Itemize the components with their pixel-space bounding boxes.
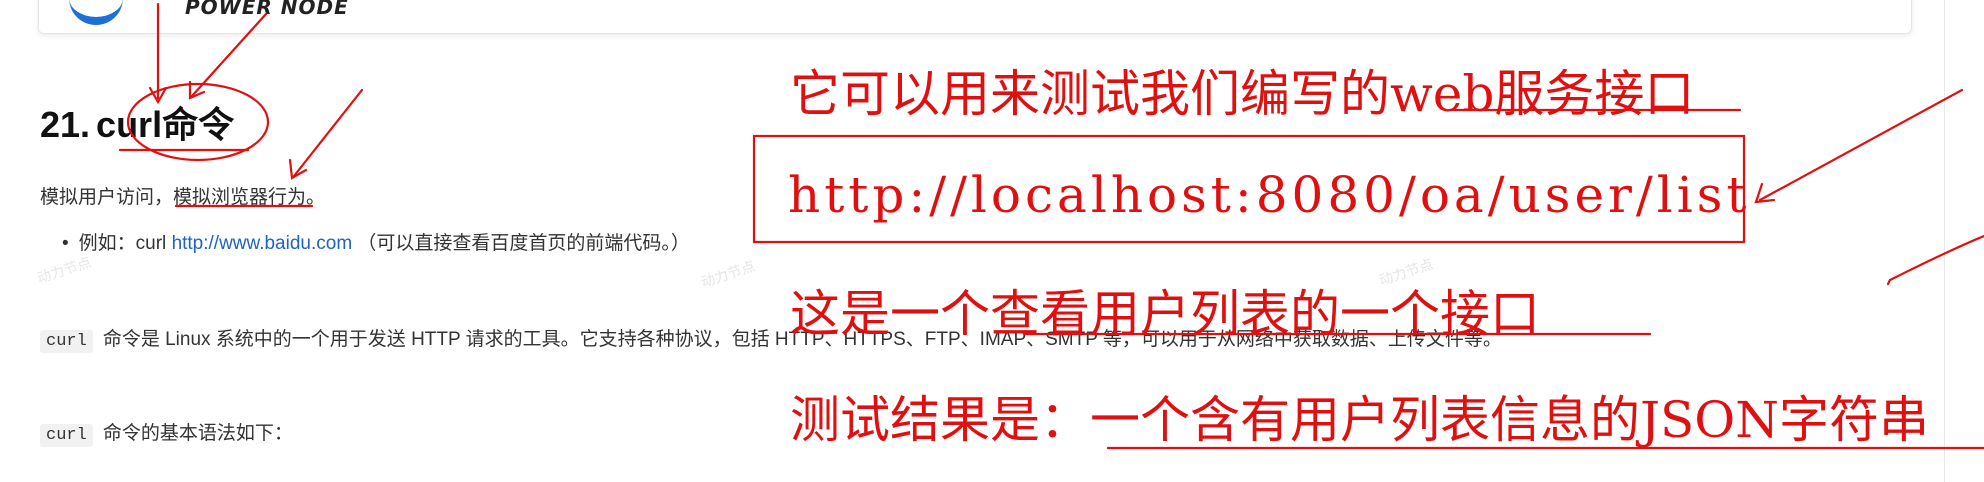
annotation-arrow [1758,88,1964,202]
annotation-arrow [292,88,364,178]
annotation-ink-layer [118,2,1984,450]
url-box [752,134,1746,244]
annotation-stroke [1886,234,1984,286]
